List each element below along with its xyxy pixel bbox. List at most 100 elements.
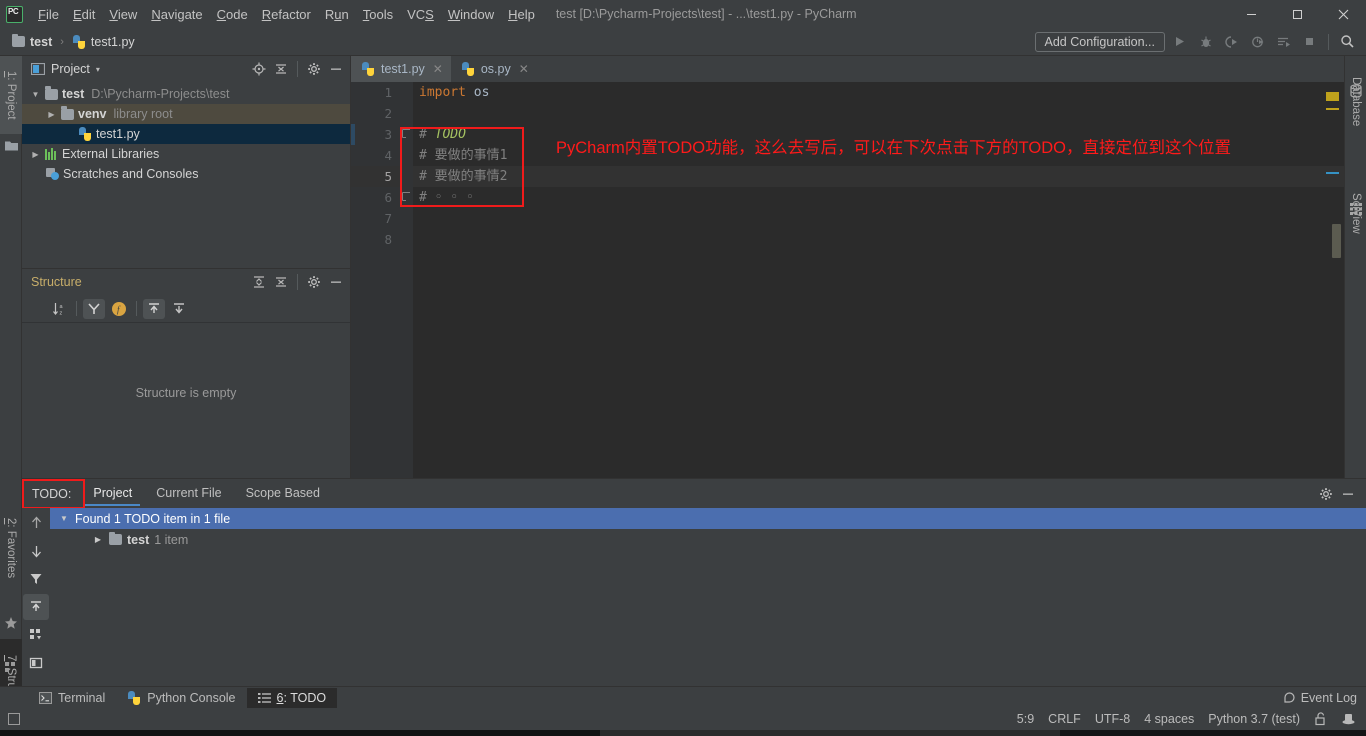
menu-item-view[interactable]: View <box>102 3 144 26</box>
breadcrumb-file[interactable]: test1.py <box>68 34 139 50</box>
sort-by-visibility-icon[interactable] <box>83 298 105 319</box>
hide-icon[interactable] <box>1338 484 1358 504</box>
menu-item-navigate[interactable]: Navigate <box>144 3 209 26</box>
taskbar-segment-right <box>1060 730 1366 736</box>
tree-item-test-root[interactable]: ▼ test D:\Pycharm-Projects\test <box>22 84 350 104</box>
sidebar-item-database[interactable]: Database <box>1345 60 1366 144</box>
code-area[interactable]: 1 2 3 4 5 6 7 8 import os # TODO # 要做的事情… <box>351 82 1344 478</box>
expand-all-icon[interactable] <box>23 594 49 620</box>
line-number: 4 <box>384 148 392 163</box>
panel-tools-divider <box>297 61 298 77</box>
todo-summary-row[interactable]: ▼ Found 1 TODO item in 1 file <box>50 508 1366 529</box>
menu-item-edit[interactable]: Edit <box>66 3 102 26</box>
menu-item-code[interactable]: Code <box>210 3 255 26</box>
chevron-down-icon[interactable]: ▼ <box>30 90 41 99</box>
previous-occurrence-icon[interactable] <box>23 510 49 536</box>
tree-item-venv[interactable]: ▶ venv library root <box>22 104 350 124</box>
menu-item-tools[interactable]: Tools <box>356 3 400 26</box>
run-icon[interactable] <box>1168 31 1191 53</box>
todo-tab-current-file[interactable]: Current File <box>144 482 233 506</box>
close-button[interactable] <box>1320 0 1366 28</box>
collapse-all-icon[interactable] <box>271 272 291 292</box>
collapse-all-icon[interactable] <box>271 59 291 79</box>
sidebar-item-favorites[interactable]: 2: Favorites <box>0 504 22 592</box>
editor-tab-os-py[interactable]: os.py ✕ <box>451 56 537 82</box>
todo-tab-project[interactable]: Project <box>81 482 144 506</box>
profile-icon[interactable] <box>1246 31 1269 53</box>
gear-icon[interactable] <box>304 59 324 79</box>
filter-icon[interactable] <box>23 566 49 592</box>
todo-result-list[interactable]: ▼ Found 1 TODO item in 1 file ▶ test 1 i… <box>50 508 1366 680</box>
menu-item-file[interactable]: File <box>31 3 66 26</box>
hide-icon[interactable] <box>326 59 346 79</box>
toggle-toolwindows-icon[interactable] <box>8 713 20 725</box>
bottom-tab-terminal[interactable]: Terminal <box>28 688 116 708</box>
unlocked-icon[interactable] <box>1314 712 1327 726</box>
scrollbar-thumb[interactable] <box>1332 224 1341 258</box>
show-fields-icon[interactable]: f <box>108 299 130 319</box>
show-imports-icon[interactable] <box>168 299 190 319</box>
line-number: 2 <box>384 106 392 121</box>
tree-item-scratches[interactable]: Scratches and Consoles <box>22 164 350 184</box>
breadcrumb-project[interactable]: test <box>8 33 56 50</box>
chevron-right-icon[interactable]: ▶ <box>46 110 57 119</box>
maximize-button[interactable] <box>1274 0 1320 28</box>
todo-tab-scope-based[interactable]: Scope Based <box>234 482 332 506</box>
code-module-os: os <box>473 85 490 100</box>
menu-item-help[interactable]: Help <box>501 3 542 26</box>
database-icon <box>1349 84 1363 98</box>
run-with-console-icon[interactable] <box>1272 31 1295 53</box>
bottom-tab-todo[interactable]: 6: TODO <box>246 687 338 708</box>
group-by-icon[interactable] <box>23 622 49 648</box>
event-log-icon <box>1283 691 1296 704</box>
tree-item-label: test1.py <box>96 127 140 141</box>
editor-scrollbar[interactable] <box>1326 82 1342 478</box>
sidebar-item-project[interactable]: 1: Project <box>0 56 22 134</box>
menu-item-run[interactable]: Run <box>318 3 356 26</box>
library-icon <box>45 148 58 160</box>
minimize-button[interactable] <box>1228 0 1274 28</box>
chevron-down-icon[interactable]: ▾ <box>96 65 100 74</box>
menu-item-window[interactable]: Window <box>441 3 501 26</box>
hide-icon[interactable] <box>326 272 346 292</box>
editor-tab-bar: test1.py ✕ os.py ✕ <box>351 56 1344 82</box>
search-everywhere-icon[interactable] <box>1336 31 1359 53</box>
locate-icon[interactable] <box>249 59 269 79</box>
line-number: 1 <box>384 85 392 100</box>
close-icon[interactable]: ✕ <box>433 62 443 76</box>
todo-marker-stripe[interactable] <box>1326 92 1339 101</box>
sort-alphabetically-icon[interactable]: az <box>48 299 70 319</box>
gear-icon[interactable] <box>304 272 324 292</box>
debug-icon[interactable] <box>1194 31 1217 53</box>
hector-icon[interactable] <box>1341 712 1356 726</box>
file-encoding[interactable]: UTF-8 <box>1095 712 1130 726</box>
tree-item-test1-py[interactable]: test1.py <box>22 124 350 144</box>
menu-item-refactor[interactable]: Refactor <box>255 3 318 26</box>
event-log-button[interactable]: Event Log <box>1283 691 1357 705</box>
close-icon[interactable]: ✕ <box>519 62 529 76</box>
indent-setting[interactable]: 4 spaces <box>1144 712 1194 726</box>
tree-item-external-libraries[interactable]: ▶ External Libraries <box>22 144 350 164</box>
gear-icon[interactable] <box>1316 484 1336 504</box>
chevron-right-icon[interactable]: ▶ <box>30 150 41 159</box>
next-occurrence-icon[interactable] <box>23 538 49 564</box>
line-separator[interactable]: CRLF <box>1048 712 1081 726</box>
bottom-tab-python-console[interactable]: Python Console <box>116 688 246 708</box>
python-file-icon <box>361 62 375 76</box>
preview-icon[interactable] <box>23 650 49 676</box>
todo-marker-stripe-2[interactable] <box>1326 108 1339 110</box>
expand-all-icon[interactable] <box>249 272 269 292</box>
chevron-right-icon[interactable]: ▶ <box>92 535 104 544</box>
editor-tab-test1-py[interactable]: test1.py ✕ <box>351 56 451 82</box>
taskbar-segment-middle <box>600 730 1060 736</box>
run-coverage-icon[interactable] <box>1220 31 1243 53</box>
python-interpreter[interactable]: Python 3.7 (test) <box>1208 712 1300 726</box>
stop-icon[interactable] <box>1298 31 1321 53</box>
code-keyword-import: import <box>419 85 466 100</box>
menu-item-vcs[interactable]: VCS <box>400 3 441 26</box>
chevron-down-icon[interactable]: ▼ <box>58 514 70 523</box>
todo-file-group-row[interactable]: ▶ test 1 item <box>50 529 1366 550</box>
add-configuration-button[interactable]: Add Configuration... <box>1034 31 1165 52</box>
show-inherited-icon[interactable] <box>143 298 165 319</box>
caret-position[interactable]: 5:9 <box>1017 712 1034 726</box>
